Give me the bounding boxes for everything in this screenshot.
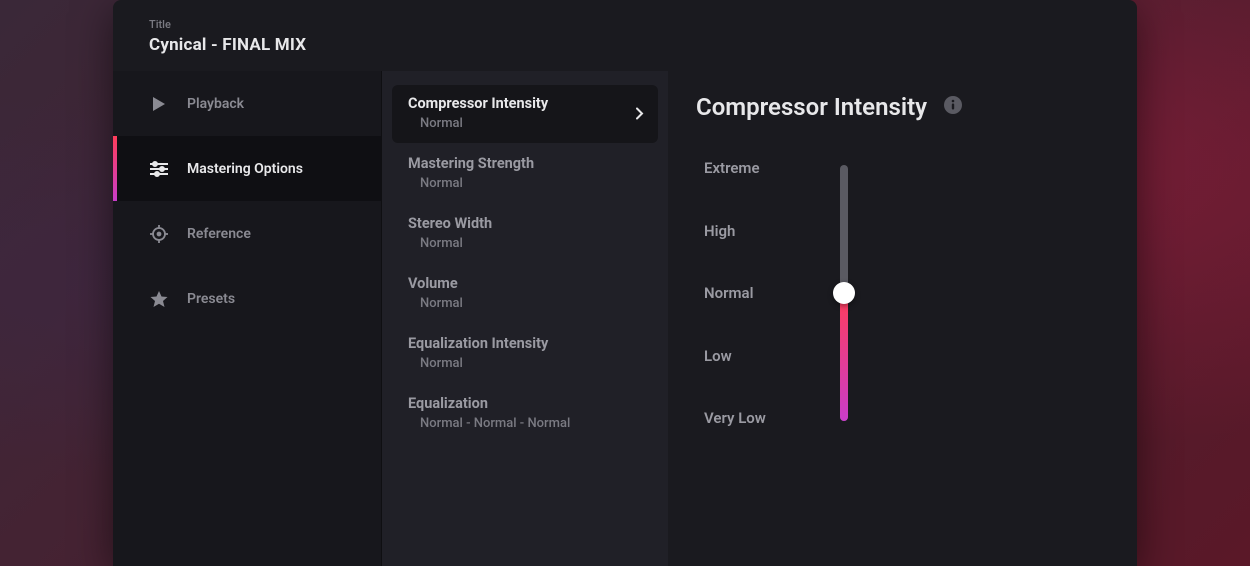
sidebar-item-label: Reference	[187, 226, 251, 242]
slider-label-extreme: Extreme	[704, 159, 784, 177]
sidebar-item-playback[interactable]: Playback	[113, 71, 381, 136]
option-value: Normal	[408, 356, 642, 371]
header: Title Cynical - FINAL MIX	[113, 0, 1137, 71]
option-title: Volume	[408, 275, 642, 292]
option-stereo-width[interactable]: Stereo Width Normal	[392, 205, 658, 263]
sidebar-item-label: Mastering Options	[187, 161, 303, 177]
option-title: Mastering Strength	[408, 155, 642, 172]
title-value: Cynical - FINAL MIX	[149, 35, 1101, 55]
option-volume[interactable]: Volume Normal	[392, 265, 658, 323]
intensity-slider[interactable]: Extreme High Normal Low Very Low	[696, 159, 1109, 427]
detail-panel: Compressor Intensity Extreme High Normal…	[668, 71, 1137, 566]
option-title: Stereo Width	[408, 215, 642, 232]
sidebar-item-presets[interactable]: Presets	[113, 266, 381, 331]
slider-thumb[interactable]	[833, 282, 855, 304]
sidebar-item-mastering-options[interactable]: Mastering Options	[113, 136, 381, 201]
slider-track-fill	[840, 293, 848, 421]
slider-labels: Extreme High Normal Low Very Low	[704, 159, 784, 427]
chevron-right-icon	[636, 105, 644, 124]
slider-track[interactable]	[834, 159, 854, 427]
option-value: Normal - Normal - Normal	[408, 416, 642, 431]
sidebar: Playback Mastering Options	[113, 71, 382, 566]
slider-label-low: Low	[704, 347, 784, 365]
detail-title: Compressor Intensity	[696, 93, 927, 121]
option-equalization-intensity[interactable]: Equalization Intensity Normal	[392, 325, 658, 383]
sidebar-item-reference[interactable]: Reference	[113, 201, 381, 266]
option-title: Compressor Intensity	[408, 95, 642, 112]
play-icon	[149, 94, 169, 114]
option-value: Normal	[408, 296, 642, 311]
option-title: Equalization	[408, 395, 642, 412]
star-icon	[149, 289, 169, 309]
option-value: Normal	[408, 116, 642, 131]
option-compressor-intensity[interactable]: Compressor Intensity Normal	[392, 85, 658, 143]
slider-label-high: High	[704, 222, 784, 240]
slider-label-very-low: Very Low	[704, 409, 784, 427]
option-mastering-strength[interactable]: Mastering Strength Normal	[392, 145, 658, 203]
title-label: Title	[149, 18, 1101, 31]
option-equalization[interactable]: Equalization Normal - Normal - Normal	[392, 385, 658, 443]
mastering-modal: Title Cynical - FINAL MIX Playback M	[113, 0, 1137, 566]
slider-label-normal: Normal	[704, 284, 784, 302]
sliders-icon	[149, 159, 169, 179]
options-panel: Compressor Intensity Normal Mastering St…	[382, 71, 668, 566]
option-value: Normal	[408, 236, 642, 251]
target-icon	[149, 224, 169, 244]
option-value: Normal	[408, 176, 642, 191]
sidebar-item-label: Playback	[187, 96, 244, 112]
option-title: Equalization Intensity	[408, 335, 642, 352]
sidebar-item-label: Presets	[187, 291, 235, 307]
info-icon[interactable]	[943, 95, 963, 119]
